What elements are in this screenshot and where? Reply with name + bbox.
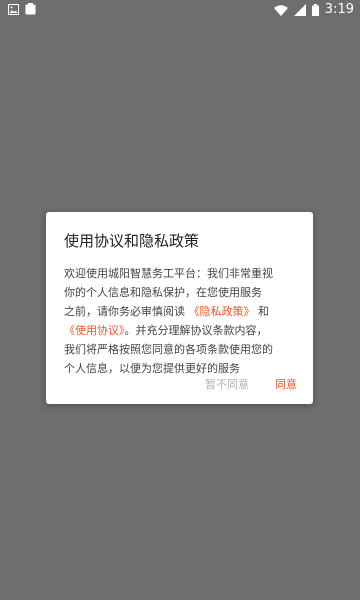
body-text: 。并充分理解协议条款内容， — [124, 324, 268, 337]
clipboard-icon — [25, 3, 36, 15]
body-line: 你的个人信息和隐私保护，在您使用服务 — [64, 286, 262, 299]
dialog-title: 使用协议和隐私政策 — [64, 232, 200, 250]
body-line: 《使用协议》。并充分理解协议条款内容， — [64, 321, 298, 340]
decline-button[interactable]: 暂不同意 — [205, 366, 249, 404]
wifi-icon — [273, 4, 288, 16]
privacy-policy-link[interactable]: 《隐私政策》 — [189, 305, 255, 318]
agree-button[interactable]: 同意 — [275, 366, 297, 404]
body-line: 之前，请你务必审慎阅读 《隐私政策》 和 — [64, 302, 298, 321]
status-bar-right: 3:19 — [273, 2, 354, 18]
body-line: 我们将严格按照您同意的各项条款使用您的 — [64, 343, 273, 356]
status-bar-left — [8, 3, 36, 15]
dialog-actions: 暂不同意 同意 — [46, 366, 313, 404]
body-text: 之前，请你务必审慎阅读 — [64, 305, 185, 318]
status-bar: 3:19 — [0, 0, 360, 20]
status-time: 3:19 — [324, 2, 354, 17]
signal-icon — [293, 4, 306, 16]
consent-dialog: 使用协议和隐私政策 欢迎使用城阳智慧务工平台：我们非常重视 你的个人信息和隐私保… — [46, 212, 313, 404]
photo-icon — [8, 3, 19, 15]
dialog-body: 欢迎使用城阳智慧务工平台：我们非常重视 你的个人信息和隐私保护，在您使用服务 之… — [64, 264, 298, 378]
body-text: 和 — [258, 305, 269, 318]
user-agreement-link[interactable]: 《使用协议》 — [64, 324, 125, 337]
body-line: 欢迎使用城阳智慧务工平台：我们非常重视 — [64, 267, 273, 280]
battery-icon — [311, 4, 319, 16]
